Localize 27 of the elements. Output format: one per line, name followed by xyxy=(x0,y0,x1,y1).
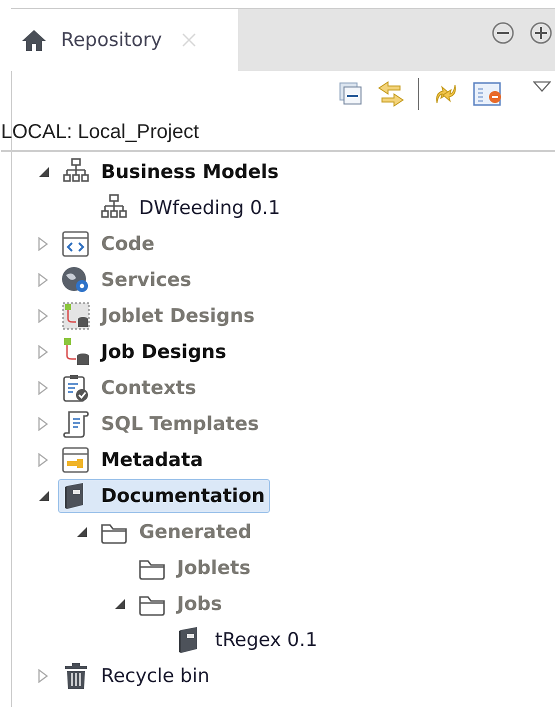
tree-item[interactable]: Metadata xyxy=(58,443,208,477)
collapsed-arrow-icon[interactable] xyxy=(38,669,48,683)
expanded-arrow-icon[interactable] xyxy=(38,166,50,178)
home-icon xyxy=(21,28,47,52)
close-icon[interactable] xyxy=(182,33,196,47)
tree-item[interactable]: Documentation xyxy=(58,479,270,513)
code-window-icon xyxy=(61,229,91,259)
globe-gear-icon xyxy=(61,265,91,295)
link-arrows-icon[interactable] xyxy=(376,79,406,109)
view-menu-icon[interactable] xyxy=(533,81,551,93)
tree-item[interactable]: Recycle bin xyxy=(58,659,215,693)
tree-item[interactable]: Job Designs xyxy=(58,335,232,369)
tree-item[interactable]: Business Models xyxy=(58,155,284,189)
collapsed-arrow-icon[interactable] xyxy=(38,453,48,467)
minimize-icon[interactable] xyxy=(491,21,515,45)
key-window-icon xyxy=(61,445,91,475)
filter-view-icon[interactable] xyxy=(473,80,503,108)
maximize-icon[interactable] xyxy=(529,21,553,45)
project-label: LOCAL: Local_Project xyxy=(1,117,555,152)
scroll-icon xyxy=(61,409,91,439)
job-icon xyxy=(61,337,91,367)
joblet-icon xyxy=(61,301,91,331)
tree-item[interactable]: DWfeeding 0.1 xyxy=(96,191,286,225)
collapse-all-icon[interactable] xyxy=(338,81,364,107)
expanded-arrow-icon[interactable] xyxy=(38,490,50,502)
collapsed-arrow-icon[interactable] xyxy=(38,345,48,359)
clipboard-check-icon xyxy=(61,373,91,403)
